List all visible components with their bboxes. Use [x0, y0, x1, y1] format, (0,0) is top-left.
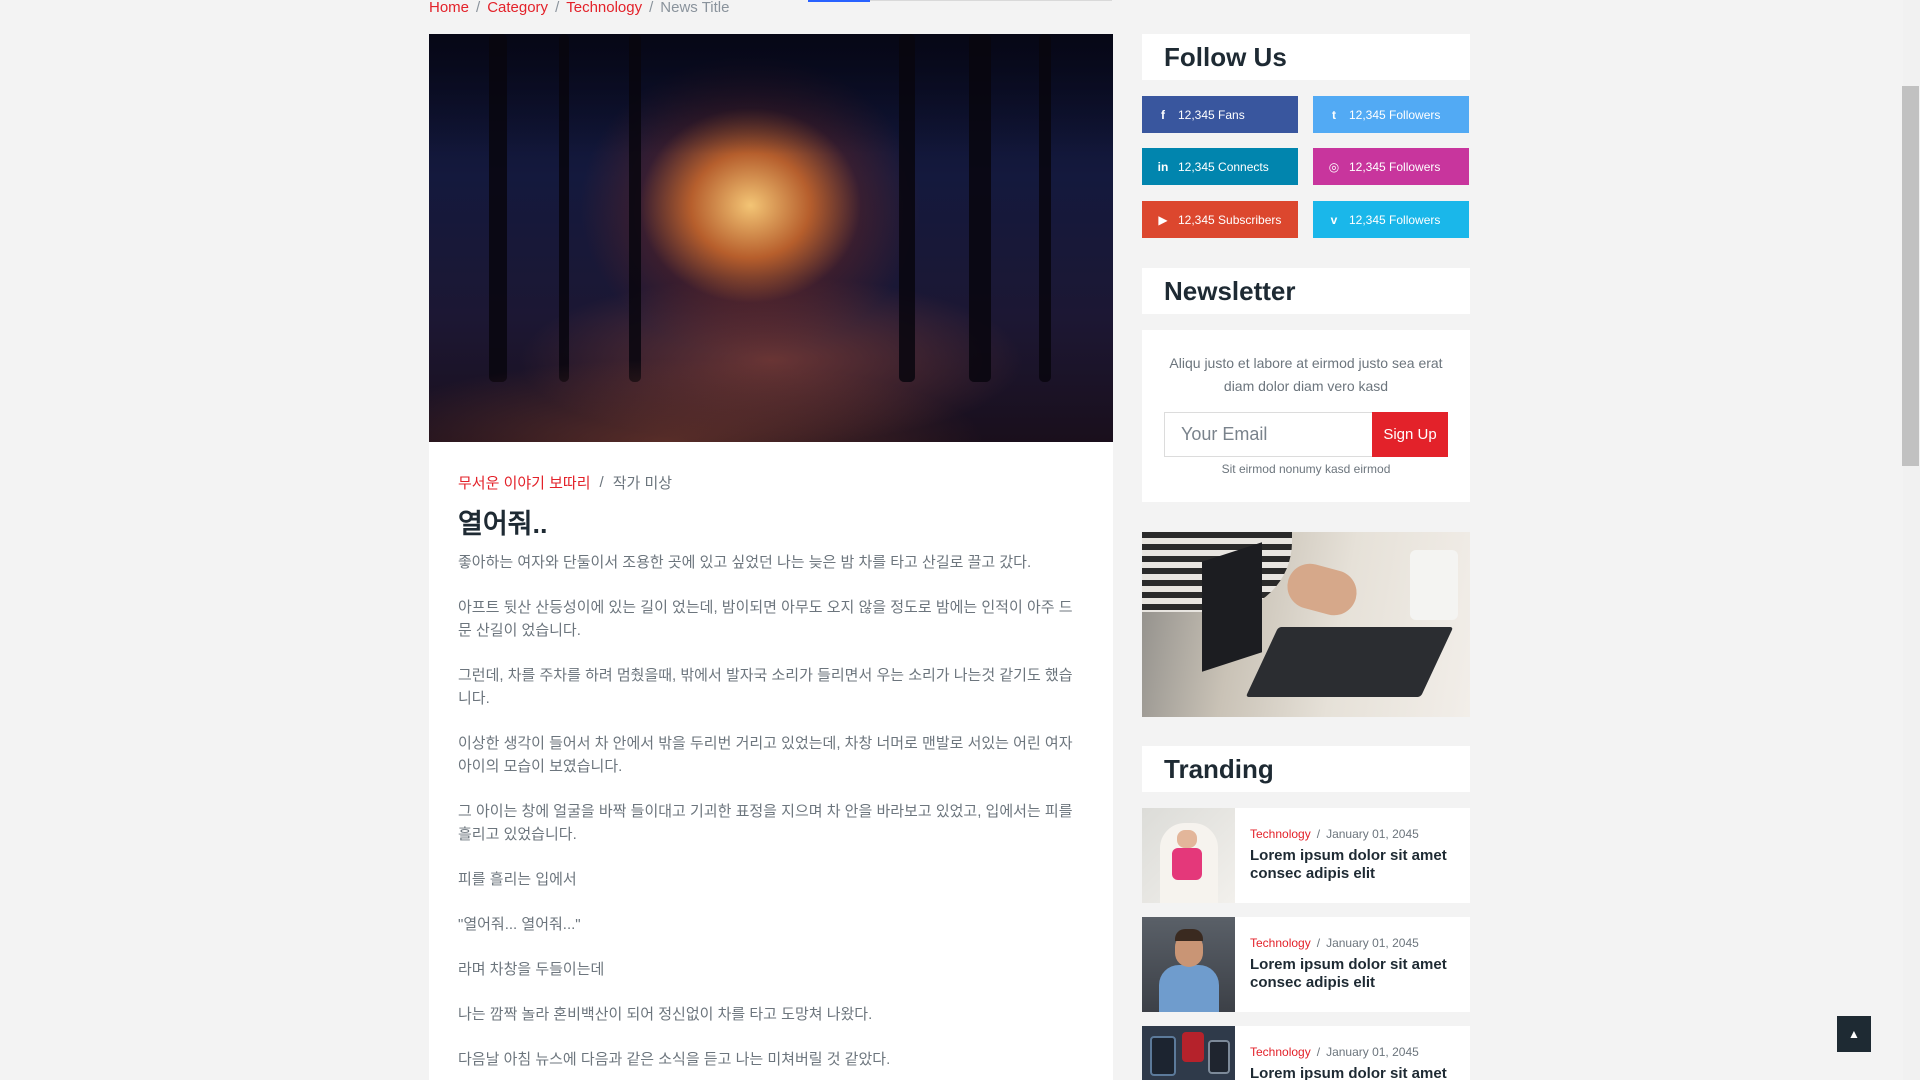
ad-laptop [1245, 627, 1454, 697]
instagram-button[interactable]: ◎ 12,345 Followers [1313, 148, 1469, 185]
article-paragraph: 그 아이는 창에 얼굴을 바짝 들이대고 기괴한 표정을 지으며 차 안을 바라… [458, 803, 1073, 843]
trending-category[interactable]: Technology [1250, 1045, 1311, 1059]
breadcrumb-current: News Title [660, 0, 730, 16]
article-title: 열어줘.. [458, 509, 548, 539]
hero-ground [429, 302, 1113, 442]
article-meta: 무서운 이야기 보따리 / 작가 미상 [458, 472, 1079, 493]
trending-heading: Tranding [1142, 746, 1470, 792]
advertisement-image[interactable] [1142, 532, 1470, 717]
meta-separator: / [1316, 936, 1321, 950]
vimeo-button[interactable]: v 12,345 Followers [1313, 201, 1469, 238]
trending-meta: Technology / January 01, 2045 [1250, 827, 1419, 841]
meta-separator: / [1316, 827, 1321, 841]
youtube-button[interactable]: ▶ 12,345 Subscribers [1142, 201, 1298, 238]
article-author: 작가 미상 [612, 475, 673, 492]
trending-item[interactable]: Technology / January 01, 2045 Lorem ipsu… [1142, 917, 1470, 1012]
article-paragraph: 피를 흘리는 입에서 [458, 871, 577, 888]
twitter-icon: t [1332, 107, 1336, 122]
ad-mug [1410, 550, 1458, 620]
newsletter-heading: Newsletter [1142, 268, 1470, 314]
facebook-button[interactable]: f 12,345 Fans [1142, 96, 1298, 133]
article-paragraph: 이상한 생각이 들어서 차 안에서 밖을 두리번 거리고 있었는데, 차창 너머… [458, 735, 1073, 775]
article-body: 무서운 이야기 보따리 / 작가 미상 열어줘.. 좋아하는 여자와 단둘이서 … [429, 442, 1113, 1071]
newsletter-text: Aliqu justo et labore at eirmod justo se… [1169, 355, 1443, 394]
article-hero-image [429, 34, 1113, 442]
article-paragraph: 라며 차창을 두들이는데 [458, 961, 605, 978]
breadcrumb-separator: / [555, 0, 560, 16]
facebook-icon: f [1161, 107, 1165, 122]
trending-date: January 01, 2045 [1326, 936, 1419, 950]
twitter-button[interactable]: t 12,345 Followers [1313, 96, 1469, 133]
trending-title[interactable]: Lorem ipsum dolor sit amet consec adipis… [1250, 847, 1460, 883]
article-paragraph: "열어줘... 열어줘..." [458, 916, 581, 933]
article-paragraph: 좋아하는 여자와 단둘이서 조용한 곳에 있고 싶었던 나는 늦은 밤 차를 타… [458, 554, 1032, 571]
back-to-top-button[interactable]: ▲ [1837, 1016, 1871, 1052]
youtube-icon: ▶ [1158, 212, 1168, 227]
ad-hand [1282, 558, 1362, 621]
social-label: 12,345 Subscribers [1178, 212, 1282, 227]
trending-thumbnail[interactable] [1142, 1026, 1235, 1080]
instagram-icon: ◎ [1328, 159, 1340, 174]
page: Home / Category / Technology / News Titl… [0, 0, 1920, 1080]
breadcrumb-technology-link[interactable]: Technology [566, 0, 642, 16]
article-category[interactable]: 무서운 이야기 보따리 [458, 472, 591, 493]
thumb-figure [1208, 1040, 1230, 1074]
thumb-figure [1172, 848, 1202, 880]
thumb-figure [1150, 1036, 1176, 1076]
trending-category[interactable]: Technology [1250, 936, 1311, 950]
linkedin-button[interactable]: in 12,345 Connects [1142, 148, 1298, 185]
sign-up-button[interactable]: Sign Up [1372, 412, 1448, 457]
email-field[interactable] [1164, 412, 1373, 457]
scrollbar-thumb[interactable] [1902, 86, 1919, 466]
breadcrumb-separator: / [649, 0, 654, 16]
trending-meta: Technology / January 01, 2045 [1250, 1045, 1419, 1059]
social-label: 12,345 Followers [1349, 159, 1441, 174]
article-paragraph: 다음날 아침 뉴스에 다음과 같은 소식을 듣고 나는 미쳐버릴 것 같았다. [458, 1051, 891, 1068]
follow-us-heading: Follow Us [1142, 34, 1470, 80]
trending-title[interactable]: Lorem ipsum dolor sit amet consec adipis… [1250, 956, 1460, 992]
social-label: 12,345 Fans [1178, 107, 1245, 122]
trending-item[interactable]: Technology / January 01, 2045 Lorem ipsu… [1142, 808, 1470, 903]
trending-title[interactable]: Lorem ipsum dolor sit amet [1250, 1065, 1460, 1080]
social-label: 12,345 Followers [1349, 107, 1441, 122]
trending-meta: Technology / January 01, 2045 [1250, 936, 1419, 950]
newsletter-note: Sit eirmod nonumy kasd eirmod [1221, 462, 1391, 476]
vimeo-icon: v [1330, 212, 1338, 227]
trending-thumbnail[interactable] [1142, 808, 1235, 903]
thumb-figure [1159, 965, 1219, 1012]
meta-separator: / [1316, 1045, 1321, 1059]
thumb-figure [1175, 929, 1203, 941]
breadcrumb-separator: / [476, 0, 481, 16]
meta-separator: / [599, 474, 604, 491]
thumb-figure [1177, 830, 1197, 848]
social-label: 12,345 Followers [1349, 212, 1441, 227]
article-paragraph: 나는 깜짝 놀라 혼비백산이 되어 정신없이 차를 타고 도망쳐 나왔다. [458, 1006, 873, 1023]
trending-item[interactable]: Technology / January 01, 2045 Lorem ipsu… [1142, 1026, 1470, 1080]
article: 무서운 이야기 보따리 / 작가 미상 열어줘.. 좋아하는 여자와 단둘이서 … [429, 34, 1113, 1080]
trending-category[interactable]: Technology [1250, 827, 1311, 841]
thumb-figure [1182, 1032, 1204, 1062]
chevron-up-icon: ▲ [1848, 1027, 1860, 1041]
linkedin-icon: in [1157, 159, 1169, 174]
divider-accent [808, 0, 870, 2]
trending-date: January 01, 2045 [1326, 827, 1419, 841]
article-paragraph: 아프트 뒷산 산등성이에 있는 길이 었는데, 밤이되면 아무도 오지 않을 정… [458, 599, 1073, 639]
ad-screen [1202, 542, 1262, 672]
newsletter-box: Aliqu justo et labore at eirmod justo se… [1142, 330, 1470, 502]
article-paragraphs: 좋아하는 여자와 단둘이서 조용한 곳에 있고 싶었던 나는 늦은 밤 차를 타… [458, 551, 1079, 1071]
breadcrumb: Home / Category / Technology / News Titl… [429, 0, 729, 16]
trending-thumbnail[interactable] [1142, 917, 1235, 1012]
hero-canopy [429, 34, 1113, 154]
trending-date: January 01, 2045 [1326, 1045, 1419, 1059]
social-label: 12,345 Connects [1178, 159, 1269, 174]
breadcrumb-home-link[interactable]: Home [429, 0, 469, 16]
article-paragraph: 그런데, 차를 주차를 하려 멈췄을때, 밖에서 발자국 소리가 들리면서 우는… [458, 667, 1073, 707]
breadcrumb-category-link[interactable]: Category [487, 0, 548, 16]
